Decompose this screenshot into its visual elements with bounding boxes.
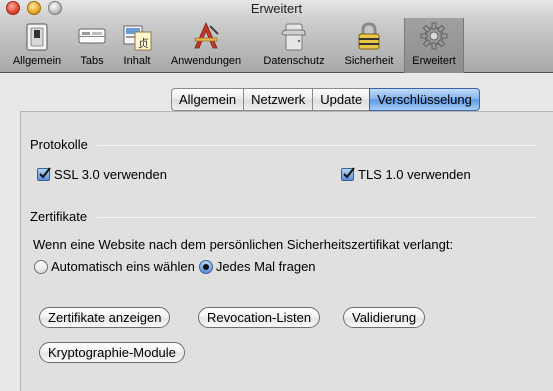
section-divider <box>97 145 537 146</box>
toolbar-item-anwendungen[interactable]: Anwendungen <box>166 18 246 73</box>
ssl-checkbox-label: SSL 3.0 verwenden <box>54 167 167 182</box>
toolbar-item-allgemein[interactable]: Allgemein <box>6 18 68 73</box>
preferences-content: Allgemein Netzwerk Update Verschlüsselun… <box>0 74 553 391</box>
tab-verschluesselung[interactable]: Verschlüsselung <box>369 88 480 111</box>
tls-checkbox-label: TLS 1.0 verwenden <box>358 167 471 182</box>
show-certificates-button[interactable]: Zertifikate anzeigen <box>39 307 171 328</box>
window-title: Erweitert <box>250 1 303 16</box>
checkmark-icon <box>39 167 51 179</box>
certificate-prompt-text: Wenn eine Website nach dem persönlichen … <box>33 237 454 252</box>
tab-bar: Allgemein Netzwerk Update Verschlüsselun… <box>171 88 480 111</box>
mask-icon <box>281 23 306 51</box>
protocols-section-title: Protokolle <box>30 137 88 152</box>
encryption-panel: Protokolle SSL 3.0 verwenden TLS 1.0 ver… <box>20 111 553 391</box>
toolbar-label: Tabs <box>80 55 104 67</box>
toolbar-label: Allgemein <box>12 55 62 67</box>
toolbar-item-inhalt[interactable]: 贞 Inhalt <box>118 18 156 73</box>
svg-text:贞: 贞 <box>138 36 149 50</box>
tab-allgemein[interactable]: Allgemein <box>171 88 244 111</box>
validation-button[interactable]: Validierung <box>343 307 426 328</box>
tls-checkbox[interactable] <box>341 167 355 181</box>
toolbar-label: Sicherheit <box>344 55 394 67</box>
title-bar: Erweitert <box>0 0 553 18</box>
ssl-checkbox[interactable] <box>37 167 51 181</box>
section-divider <box>97 217 537 218</box>
radio-automatic-label: Automatisch eins wählen <box>51 259 195 274</box>
radio-group-certificate-choice: Automatisch eins wählen Jedes Mal fragen <box>34 259 316 274</box>
applications-icon <box>194 22 219 49</box>
lock-icon <box>358 22 380 50</box>
tab-update[interactable]: Update <box>312 88 370 111</box>
toolbar-label: Anwendungen <box>170 55 242 67</box>
toolbar-label: Datenschutz <box>263 55 325 67</box>
toolbar-item-datenschutz[interactable]: Datenschutz <box>256 18 332 73</box>
certificates-section-title: Zertifikate <box>30 209 88 224</box>
checkmark-icon <box>343 167 355 179</box>
ssl-checkbox-row[interactable]: SSL 3.0 verwenden <box>37 167 167 182</box>
tab-netzwerk[interactable]: Netzwerk <box>243 88 313 111</box>
switch-icon <box>26 23 48 51</box>
toolbar-item-sicherheit[interactable]: Sicherheit <box>338 18 400 73</box>
preferences-toolbar: Allgemein Tabs 贞 Inhalt Anwendungen Date… <box>0 18 553 73</box>
revocation-lists-button[interactable]: Revocation-Listen <box>198 307 321 328</box>
gear-icon <box>420 22 448 50</box>
tabs-icon <box>78 28 106 44</box>
radio-ask-every-time-label: Jedes Mal fragen <box>215 259 316 274</box>
content-icon: 贞 <box>123 25 152 51</box>
radio-ask-every-time[interactable] <box>198 259 213 274</box>
toolbar-label: Erweitert <box>412 55 456 67</box>
toolbar-item-tabs[interactable]: Tabs <box>74 18 110 73</box>
toolbar-item-erweitert[interactable]: Erweitert <box>404 18 464 73</box>
tls-checkbox-row[interactable]: TLS 1.0 verwenden <box>341 167 471 182</box>
radio-automatic[interactable] <box>34 259 48 274</box>
crypto-modules-button[interactable]: Kryptographie-Module <box>39 342 185 363</box>
toolbar-label: Inhalt <box>123 55 151 67</box>
